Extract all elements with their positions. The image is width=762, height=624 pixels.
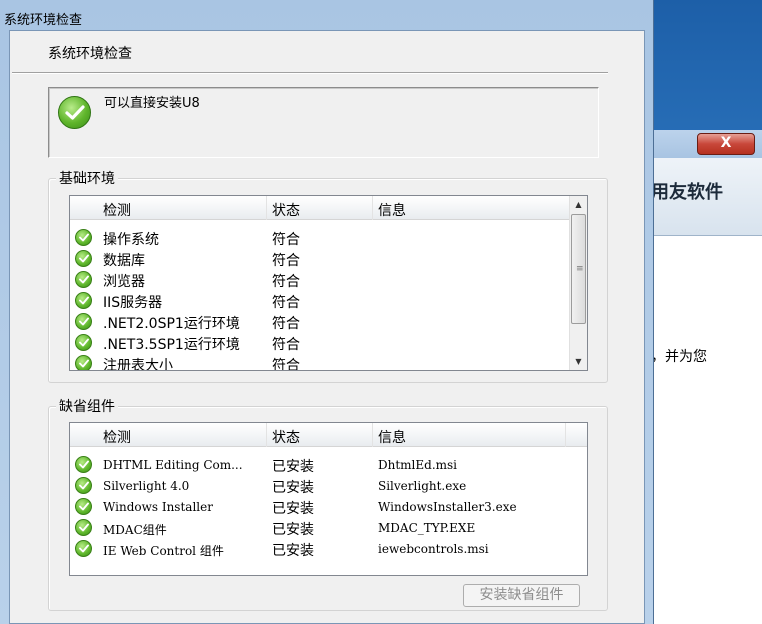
row-check: MDAC组件 — [103, 523, 167, 537]
heading-divider — [12, 72, 608, 74]
row-status: 已安装 — [272, 522, 314, 538]
row-check: IE Web Control 组件 — [103, 544, 224, 558]
column-header-status[interactable]: 状态 — [272, 200, 300, 220]
window-title: 系统环境检查 — [4, 13, 83, 28]
row-check: .NET3.5SP1运行环境 — [103, 337, 240, 353]
default-components-group: 缺省组件 检测 状态 信息 DHTML Editing Com... 已安装 D… — [48, 396, 608, 611]
basic-env-label: 基础环境 — [56, 168, 118, 188]
row-status: 符合 — [272, 232, 300, 248]
column-divider — [372, 423, 373, 447]
status-message: 可以直接安装U8 — [104, 96, 200, 111]
installed-check-icon — [75, 519, 92, 536]
row-status: 符合 — [272, 337, 300, 353]
basic-env-group: 基础环境 检测 状态 信息 操作系统 符合 数据库 符合 浏览器 符合 IIS服… — [48, 168, 608, 383]
scroll-thumb[interactable]: ≡ — [571, 214, 586, 324]
table-row[interactable]: 数据库 符合 — [70, 248, 587, 269]
row-status: 已安装 — [272, 543, 314, 559]
row-check: Silverlight 4.0 — [103, 479, 190, 493]
row-status: 符合 — [272, 274, 300, 290]
row-status: 符合 — [272, 316, 300, 332]
background-banner-text: 用友软件 — [651, 182, 723, 203]
table-row[interactable]: .NET2.0SP1运行环境 符合 — [70, 311, 587, 332]
row-info: Silverlight.exe — [378, 479, 467, 493]
default-components-list[interactable]: 检测 状态 信息 DHTML Editing Com... 已安装 DhtmlE… — [69, 422, 588, 576]
grip-icon: ≡ — [576, 264, 584, 274]
row-status: 符合 — [272, 358, 300, 371]
column-header-check[interactable]: 检测 — [103, 427, 131, 447]
row-check: 数据库 — [103, 253, 145, 269]
row-check: DHTML Editing Com... — [103, 458, 243, 472]
row-check: .NET2.0SP1运行环境 — [103, 316, 240, 332]
row-check: 注册表大小 — [103, 358, 173, 371]
table-row[interactable]: Silverlight 4.0 已安装 Silverlight.exe — [70, 475, 587, 496]
pass-check-icon — [75, 292, 92, 309]
row-check: 浏览器 — [103, 274, 145, 290]
column-header-check[interactable]: 检测 — [103, 200, 131, 220]
dialog-client: 系统环境检查 可以直接安装U8 基础环境 检测 状态 信息 操作系统 符合 数据… — [9, 30, 645, 624]
row-status: 符合 — [272, 295, 300, 311]
basic-env-list-header: 检测 状态 信息 — [70, 196, 587, 220]
table-row[interactable]: IE Web Control 组件 已安装 iewebcontrols.msi — [70, 538, 587, 559]
column-divider — [266, 196, 267, 220]
table-row[interactable]: Windows Installer 已安装 WindowsInstaller3.… — [70, 496, 587, 517]
table-row[interactable]: 操作系统 符合 — [70, 227, 587, 248]
row-status: 已安装 — [272, 501, 314, 517]
success-check-icon — [58, 96, 91, 129]
status-panel: 可以直接安装U8 — [48, 87, 599, 158]
row-info: iewebcontrols.msi — [378, 542, 489, 556]
row-check: Windows Installer — [103, 500, 213, 514]
installed-check-icon — [75, 477, 92, 494]
table-row[interactable]: DHTML Editing Com... 已安装 DhtmlEd.msi — [70, 454, 587, 475]
column-header-info[interactable]: 信息 — [378, 200, 406, 220]
row-status: 符合 — [272, 253, 300, 269]
default-components-list-header: 检测 状态 信息 — [70, 423, 587, 447]
scroll-up-arrow-icon[interactable]: ▲ — [570, 196, 587, 213]
scroll-down-arrow-icon[interactable]: ▼ — [570, 353, 587, 370]
installed-check-icon — [75, 540, 92, 557]
column-divider — [266, 423, 267, 447]
installed-check-icon — [75, 456, 92, 473]
column-divider — [372, 196, 373, 220]
row-status: 已安装 — [272, 480, 314, 496]
env-check-dialog: 系统环境检查 系统环境检查 可以直接安装U8 基础环境 检测 状态 信息 操作系… — [0, 0, 654, 624]
column-divider — [565, 423, 566, 447]
table-row[interactable]: 浏览器 符合 — [70, 269, 587, 290]
page-heading: 系统环境检查 — [48, 46, 132, 62]
install-default-components-button[interactable]: 安装缺省组件 — [463, 584, 580, 607]
vertical-scrollbar[interactable]: ▲ ≡ ▼ — [569, 196, 587, 370]
row-check: IIS服务器 — [103, 295, 163, 311]
row-status: 已安装 — [272, 459, 314, 475]
column-header-status[interactable]: 状态 — [272, 427, 300, 447]
pass-check-icon — [75, 250, 92, 267]
background-close-button[interactable]: X — [697, 133, 755, 155]
table-row[interactable]: IIS服务器 符合 — [70, 290, 587, 311]
row-info: WindowsInstaller3.exe — [378, 500, 517, 514]
table-row[interactable]: .NET3.5SP1运行环境 符合 — [70, 332, 587, 353]
pass-check-icon — [75, 229, 92, 246]
pass-check-icon — [75, 271, 92, 288]
basic-env-list[interactable]: 检测 状态 信息 操作系统 符合 数据库 符合 浏览器 符合 IIS服务器 符合… — [69, 195, 588, 371]
pass-check-icon — [75, 334, 92, 351]
row-info: MDAC_TYP.EXE — [378, 521, 476, 535]
default-components-label: 缺省组件 — [56, 396, 118, 416]
table-row[interactable]: 注册表大小 符合 — [70, 353, 587, 371]
installed-check-icon — [75, 498, 92, 515]
pass-check-icon — [75, 355, 92, 370]
table-row[interactable]: MDAC组件 已安装 MDAC_TYP.EXE — [70, 517, 587, 538]
row-check: 操作系统 — [103, 232, 159, 248]
pass-check-icon — [75, 313, 92, 330]
row-info: DhtmlEd.msi — [378, 458, 458, 472]
background-side-text: ，并为您 — [651, 349, 707, 365]
column-header-info[interactable]: 信息 — [378, 427, 406, 447]
